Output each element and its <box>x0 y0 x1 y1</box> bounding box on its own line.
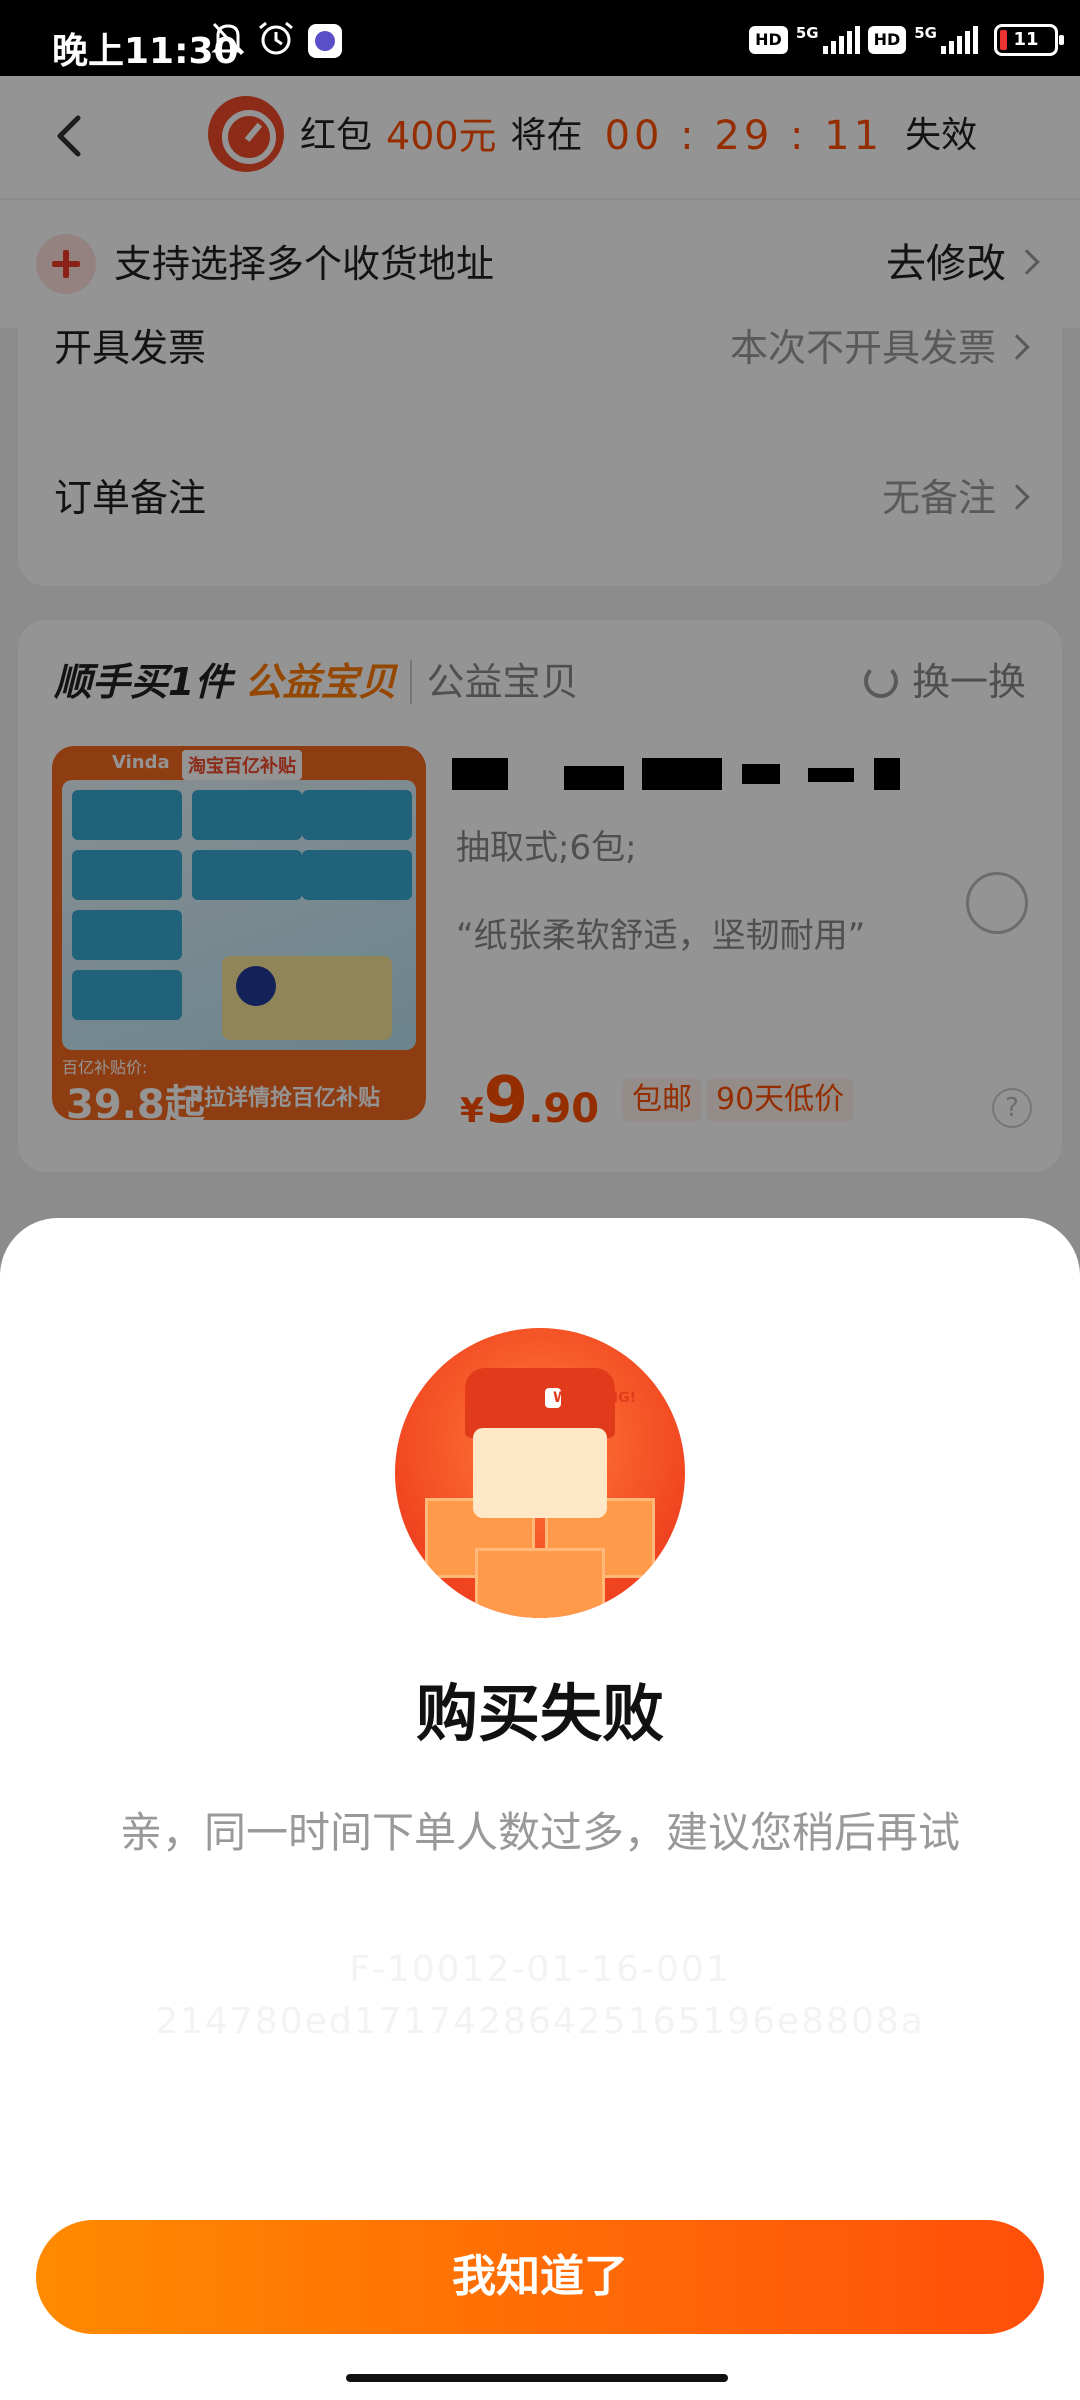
hd-badge: HD <box>749 26 788 54</box>
home-indicator[interactable] <box>346 2374 728 2382</box>
status-right: HD 5G HD 5G 11 <box>749 20 1064 60</box>
status-bar: 晚上11:30 HD 5G HD 5G 11 <box>0 0 1080 76</box>
acknowledge-button[interactable]: 我知道了 <box>36 2220 1044 2334</box>
dialog-title: 购买失败 <box>415 1677 664 1750</box>
hd-badge: HD <box>867 26 907 54</box>
network-type: 5G <box>914 24 937 42</box>
purchase-failed-sheet: WARNING! 购买失败 亲，同一时间下单人数过多，建议您稍后再试 F-100… <box>0 1218 1080 2400</box>
dialog-message: 亲，同一时间下单人数过多，建议您稍后再试 <box>119 1808 960 1857</box>
battery-level: 11 <box>1013 29 1039 50</box>
battery-icon: 11 <box>994 24 1064 56</box>
signal-icon <box>822 26 860 54</box>
error-code-line2: 214780ed17174286425165196e8808a <box>155 2001 925 2042</box>
signal-icon <box>941 26 978 54</box>
app-notification-icon <box>308 24 342 58</box>
warning-text: WARNING! <box>545 1388 636 1408</box>
alarm-icon <box>256 20 296 58</box>
error-code-line1: F-10012-01-16-001 <box>349 1949 731 1990</box>
network-type: 5G <box>795 24 819 42</box>
bell-off-icon <box>210 20 246 58</box>
error-code: F-10012-01-16-001 214780ed17174286425165… <box>0 1944 1080 2048</box>
warning-illustration-icon: WARNING! <box>395 1328 685 1618</box>
